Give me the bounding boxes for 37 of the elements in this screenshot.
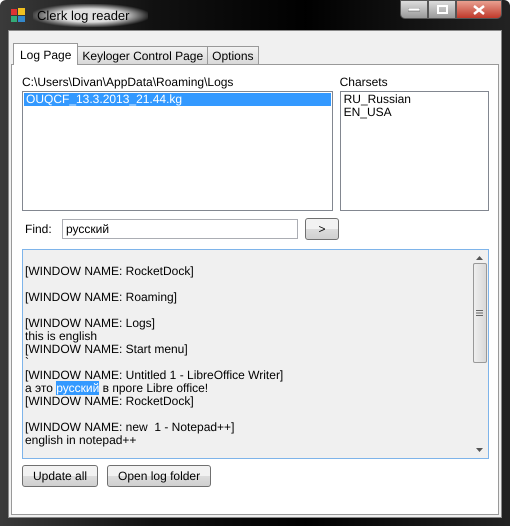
find-next-button[interactable]: > [305, 218, 339, 240]
log-line: [WINDOW NAME: Roaming] [25, 289, 178, 304]
open-log-folder-button[interactable]: Open log folder [107, 465, 212, 487]
log-line: this is english [25, 330, 98, 343]
charsets-label: Charsets [340, 75, 389, 91]
tab[interactable]: Keyloger Control Page [77, 46, 208, 64]
log-line: а это русский в проге Libre office! [25, 382, 208, 395]
log-line: [WINDOW NAME: RocketDock] [25, 263, 194, 278]
charset-list[interactable]: RU_Russian EN_USA [340, 91, 489, 211]
scroll-up-icon [476, 256, 483, 260]
app-icon [10, 7, 26, 23]
log-line: english in notepad++ [25, 434, 136, 447]
charset-item[interactable]: EN_USA [342, 106, 487, 119]
log-text-area[interactable] [22, 249, 489, 459]
maximize-icon [436, 5, 448, 14]
scroll-down-icon [476, 448, 483, 452]
maximize-button[interactable] [428, 0, 456, 19]
find-field[interactable]: русский [62, 219, 298, 239]
log-line: [WINDOW NAME: Untitled 1 - LibreOffice Writer] [25, 369, 284, 382]
scroll-thumb[interactable] [472, 263, 486, 363]
minimize-button[interactable] [400, 0, 428, 19]
tab[interactable]: Log Page [13, 43, 78, 65]
log-line: [WINDOW NAME: Logs] [25, 315, 156, 330]
log-line: ` [25, 356, 29, 369]
charset-item[interactable]: RU_Russian [342, 93, 487, 106]
path-label: C:\Users\Divan\AppData\Roaming\Logs [22, 75, 234, 91]
update-all-button[interactable]: Update all [22, 465, 98, 487]
close-button[interactable] [456, 0, 502, 19]
window-title: Clerk log reader [33, 4, 148, 26]
grip-icon [476, 310, 483, 316]
find-label: Find: [24, 222, 53, 236]
tab[interactable]: Options [207, 46, 258, 64]
log-line: [WINDOW NAME: new 1 - Notepad++] [25, 419, 234, 434]
log-line: [WINDOW NAME: Start menu] [25, 343, 188, 356]
log-line: [WINDOW NAME: RocketDock] [25, 395, 194, 408]
close-icon [473, 4, 485, 14]
minimize-icon [408, 8, 420, 12]
